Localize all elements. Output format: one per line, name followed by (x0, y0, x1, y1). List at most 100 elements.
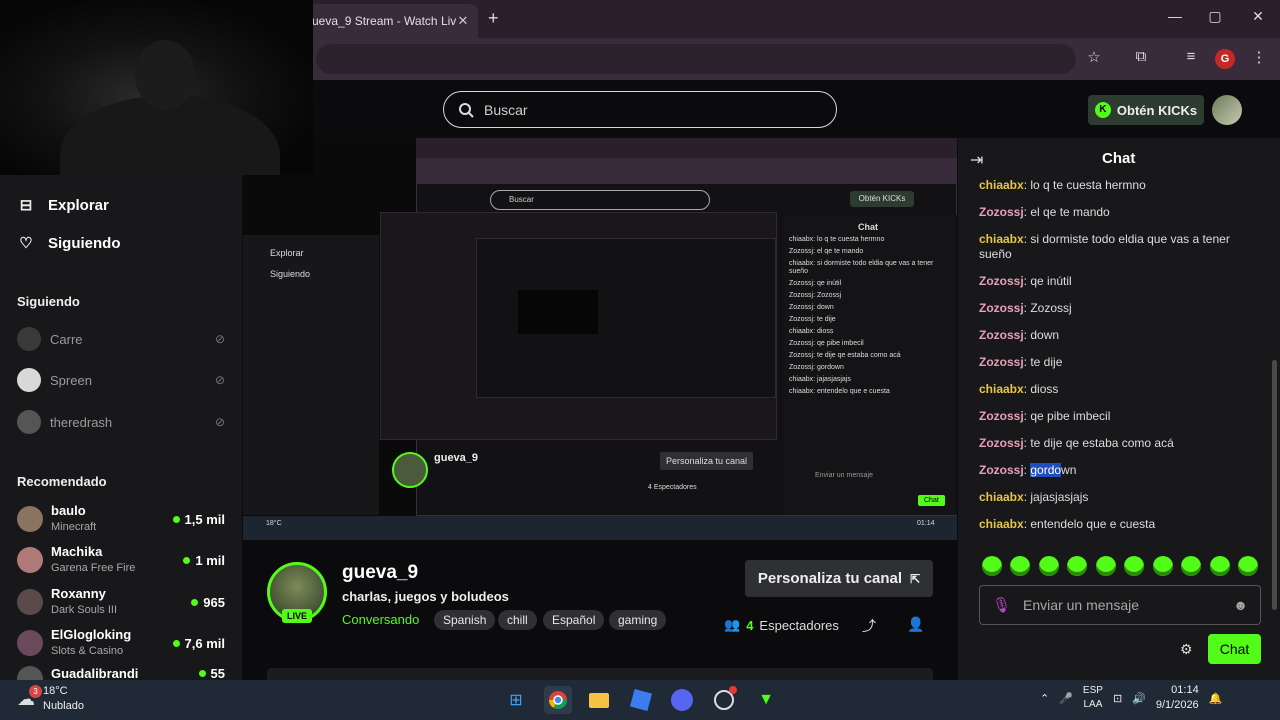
nested-taskbar (243, 516, 957, 540)
nav-explorar[interactable]: ⊟ Explorar (18, 196, 109, 215)
media-icon[interactable]: ≡ (1180, 48, 1202, 65)
following-item[interactable]: Spreen ⊘ (17, 368, 225, 392)
viewer-count: 7,6 mil (172, 636, 225, 651)
nav-siguiendo[interactable]: ♡ Siguiendo (18, 234, 120, 253)
minimize-button[interactable]: — (1160, 8, 1190, 24)
weather-widget[interactable]: ☁ 3 18°C Nublado (17, 684, 84, 714)
avatar (17, 410, 41, 434)
menu-icon[interactable]: ⋮ (1248, 48, 1270, 66)
emote-icon[interactable] (1010, 556, 1031, 576)
recommended-item[interactable]: ElGlogloking Slots & Casino 7,6 mil (17, 627, 225, 659)
chat-message: Zozossj: Zozossj (979, 301, 1072, 315)
gear-icon[interactable]: ⚙ (1180, 641, 1193, 658)
new-tab-button[interactable]: + (488, 8, 499, 29)
game-icon[interactable]: ▼ (752, 686, 780, 714)
browser-tab[interactable]: ueva_9 Stream - Watch Live o ✕ (300, 4, 478, 38)
weather-desc: Nublado (43, 700, 84, 712)
microphone-icon[interactable]: 🎤 (1059, 692, 1073, 705)
get-kicks-button[interactable]: K Obtén KICKs (1088, 95, 1204, 125)
roblox-icon[interactable] (627, 686, 655, 714)
recommended-game: Garena Free Fire (51, 562, 136, 574)
extensions-icon[interactable]: ⧉ (1130, 48, 1152, 65)
emote-icon[interactable] (982, 556, 1002, 576)
emote-icon[interactable] (1095, 556, 1116, 576)
network-icon[interactable]: ⊡ (1113, 692, 1122, 705)
search-input[interactable]: Buscar (443, 91, 837, 128)
following-item[interactable]: theredrash ⊘ (17, 410, 225, 434)
chevron-up-icon[interactable]: ⌃ (1040, 692, 1049, 705)
notification-badge: 3 (29, 684, 42, 698)
following-name: Carre (50, 331, 83, 347)
search-icon (459, 102, 474, 118)
external-link-icon: ⇱ (910, 571, 921, 586)
tag-spanish[interactable]: Spanish (434, 610, 496, 630)
recommended-name: Guadalibrandi (51, 666, 139, 680)
star-icon[interactable]: ☆ (1083, 48, 1105, 66)
chat-message: Zozossj: qe pibe imbecil (979, 409, 1111, 423)
viewer-label: Espectadores (759, 617, 839, 633)
chat-message: Zozossj: te dije qe estaba como acá (979, 436, 1174, 450)
recommended-item[interactable]: Roxanny Dark Souls III 965 (17, 586, 225, 618)
clock[interactable]: 01:14 9/1/2026 (1156, 683, 1199, 713)
tag-gaming[interactable]: gaming (609, 610, 667, 630)
recommended-item[interactable]: baulo Minecraft 1,5 mil (17, 503, 225, 535)
obs-icon[interactable] (710, 686, 738, 714)
avatar (17, 547, 43, 573)
nested-chat-button: Chat (918, 495, 945, 506)
recommended-game: Minecraft (51, 521, 97, 533)
nested-titlebar (416, 138, 957, 158)
discord-icon[interactable] (668, 686, 696, 714)
emote-icon[interactable] (1152, 556, 1173, 576)
kicks-icon: K (1094, 102, 1111, 118)
collapse-chat-icon[interactable]: ⇥ (970, 150, 983, 170)
share-icon[interactable]: ⤴ (862, 616, 876, 636)
following-item[interactable]: Carre ⊘ (17, 327, 225, 351)
emote-icon[interactable] (1209, 556, 1230, 576)
emote-icon[interactable] (1237, 556, 1258, 576)
nested-weather: 18°C (266, 520, 282, 527)
users-icon: 👥 (724, 617, 741, 632)
tag-chill[interactable]: chill (498, 610, 537, 630)
tag-espanol[interactable]: Español (543, 610, 605, 630)
profile-avatar[interactable]: G (1215, 49, 1235, 69)
speaker-icon[interactable]: 🔊 (1132, 692, 1146, 705)
avatar (17, 327, 41, 351)
recommended-item[interactable]: Machika Garena Free Fire 1 mil (17, 544, 225, 576)
following-name: Spreen (50, 372, 92, 388)
chat-message: Zozossj: te dije (979, 355, 1063, 369)
emote-icon[interactable] (1067, 556, 1088, 576)
maximize-button[interactable]: ▢ (1200, 8, 1230, 25)
stream-category[interactable]: Conversando (342, 612, 419, 627)
language-indicator[interactable]: ESP LAA (1083, 684, 1103, 712)
recommended-item[interactable]: Guadalibrandi 55 (17, 666, 225, 680)
emote-icon[interactable] (1124, 556, 1145, 576)
address-bar[interactable] (316, 44, 1076, 74)
recommended-name: ElGlogloking (51, 627, 132, 642)
chat-input[interactable]: 🎙 Enviar un mensaje ☻ (979, 585, 1261, 625)
notification-icon[interactable]: 🔔 (1209, 692, 1223, 705)
emote-icon[interactable] (1038, 556, 1059, 576)
emoji-icon[interactable]: ☻ (1233, 597, 1248, 613)
channel-name[interactable]: gueva_9 (342, 562, 418, 584)
page-scrollbar[interactable] (1272, 360, 1277, 610)
chrome-icon[interactable] (544, 686, 572, 714)
customize-channel-button[interactable]: Personaliza tu canal ⇱ (745, 560, 933, 597)
nested-video (518, 290, 598, 334)
user-avatar[interactable] (1212, 95, 1242, 125)
follow-icon[interactable]: 👤 (907, 616, 924, 633)
emote-icon[interactable] (1181, 556, 1202, 576)
recommended-heading: Recomendado (17, 474, 107, 489)
tab-close-icon[interactable]: ✕ (456, 13, 470, 29)
heart-icon: ♡ (19, 235, 33, 252)
microphone-icon[interactable]: 🎙 (992, 596, 1011, 614)
file-explorer-icon[interactable] (585, 686, 613, 714)
send-chat-button[interactable]: Chat (1208, 634, 1261, 664)
windows-start-icon[interactable]: ⊞ (502, 686, 530, 714)
avatar (17, 589, 43, 615)
search-placeholder: Buscar (484, 101, 528, 118)
cloud-icon: ☁ 3 (17, 684, 42, 710)
nested-kicks: Obtén KICKs (850, 191, 914, 207)
nested-toolbar (416, 158, 957, 184)
nested-viewers: 4 Espectadores (648, 484, 697, 491)
close-window-button[interactable]: ✕ (1243, 8, 1273, 25)
